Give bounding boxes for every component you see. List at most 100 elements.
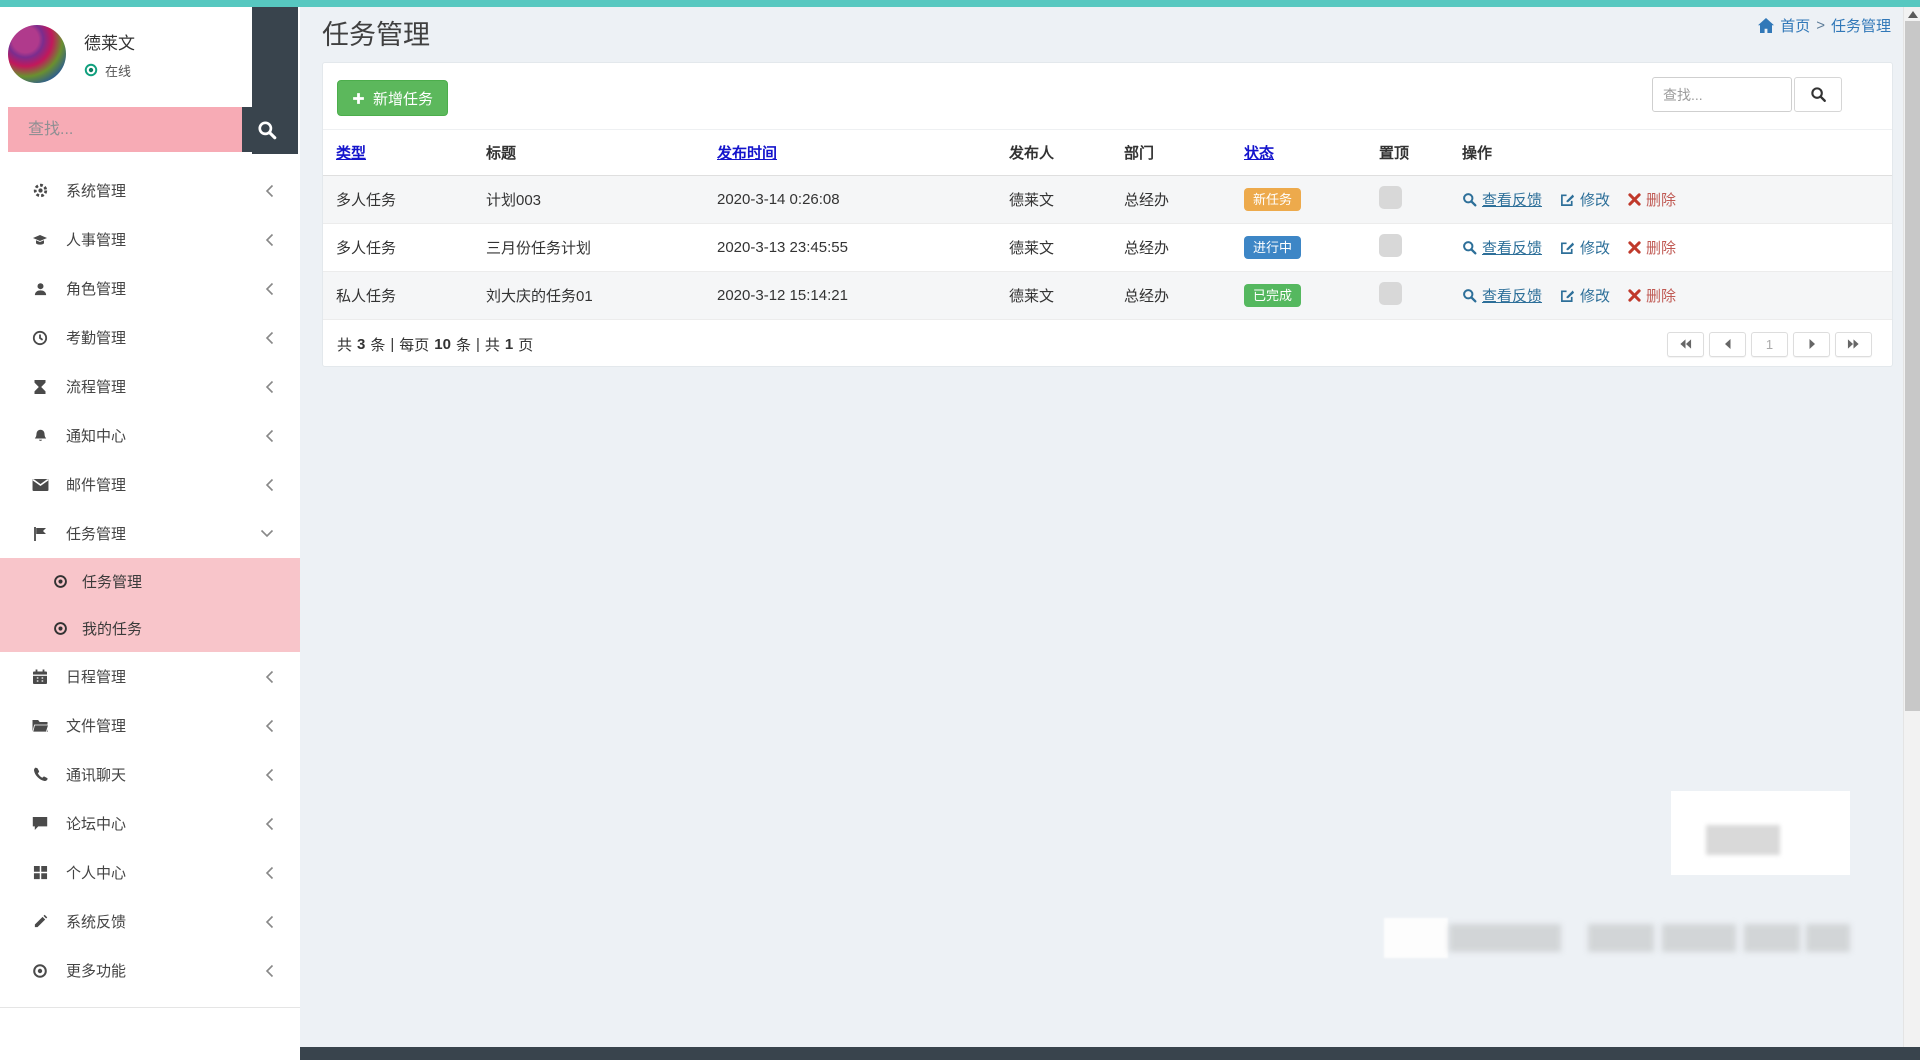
sidebar-search xyxy=(8,107,291,152)
pager-next-button[interactable] xyxy=(1793,331,1830,357)
scrollbar-track[interactable] xyxy=(1903,7,1920,1048)
pin-toggle[interactable] xyxy=(1379,186,1402,209)
phone-icon xyxy=(30,767,50,782)
graduation-cap-icon xyxy=(30,232,50,248)
online-status-icon xyxy=(84,63,98,77)
pin-toggle[interactable] xyxy=(1379,234,1402,257)
sidebar-item-tasks[interactable]: 任务管理 xyxy=(0,509,300,558)
cell-title: 计划003 xyxy=(486,192,542,209)
user-icon xyxy=(30,281,50,297)
breadcrumb-home-link[interactable]: 首页 xyxy=(1780,15,1810,36)
table-row: 多人任务 三月份任务计划 2020-3-13 23:45:55 德莱文 总经办 … xyxy=(323,224,1892,272)
breadcrumb-current-link[interactable]: 任务管理 xyxy=(1831,15,1891,36)
sidebar-item-profile[interactable]: 个人中心 xyxy=(0,848,300,897)
delete-link[interactable]: 删除 xyxy=(1628,189,1676,210)
x-icon xyxy=(1628,289,1641,302)
sidebar-item-label: 日程管理 xyxy=(66,669,127,686)
chevron-right-icon xyxy=(265,915,274,929)
chevron-right-icon xyxy=(265,478,274,492)
chevron-right-icon xyxy=(265,866,274,880)
sidebar-subitem-my-tasks[interactable]: 我的任务 xyxy=(0,605,300,652)
cell-time: 2020-3-12 15:14:21 xyxy=(717,287,848,304)
chevron-right-icon xyxy=(265,670,274,684)
sidebar-item-system[interactable]: 系统管理 xyxy=(0,166,300,215)
sidebar-item-label: 更多功能 xyxy=(66,963,127,980)
cell-publisher: 德莱文 xyxy=(1009,192,1055,209)
sidebar-subitem-task-management[interactable]: 任务管理 xyxy=(0,558,300,605)
view-feedback-link[interactable]: 查看反馈 xyxy=(1462,189,1542,210)
sidebar-divider xyxy=(0,1007,300,1008)
cell-department: 总经办 xyxy=(1124,192,1170,209)
edit-icon xyxy=(1560,288,1575,303)
pagination-bar: 共3条 | 每页 10 条 | 共1页 1 xyxy=(323,320,1892,368)
sidebar-search-input[interactable] xyxy=(8,107,242,152)
sidebar-item-label: 流程管理 xyxy=(66,379,127,396)
sidebar-item-schedule[interactable]: 日程管理 xyxy=(0,652,300,701)
delete-link[interactable]: 删除 xyxy=(1628,237,1676,258)
table-search-button[interactable] xyxy=(1794,77,1842,112)
edit-link[interactable]: 修改 xyxy=(1560,237,1610,258)
sidebar-item-notifications[interactable]: 通知中心 xyxy=(0,411,300,460)
pin-toggle[interactable] xyxy=(1379,282,1402,305)
scrollbar-up-arrow[interactable] xyxy=(1908,11,1918,18)
column-header-publish-time[interactable]: 发布时间 xyxy=(704,142,996,163)
sidebar-item-feedback[interactable]: 系统反馈 xyxy=(0,897,300,946)
sidebar-item-chat[interactable]: 通讯聊天 xyxy=(0,750,300,799)
add-task-button[interactable]: 新增任务 xyxy=(337,80,449,116)
sidebar-item-label: 系统反馈 xyxy=(66,914,127,931)
gear-icon xyxy=(30,182,50,199)
column-header-status[interactable]: 状态 xyxy=(1231,142,1366,163)
pagination-summary: 共3条 | 每页 10 条 | 共1页 xyxy=(337,335,534,354)
sidebar-item-label: 论坛中心 xyxy=(66,816,127,833)
sidebar-item-mail[interactable]: 邮件管理 xyxy=(0,460,300,509)
chevron-right-icon xyxy=(265,184,274,198)
edit-icon xyxy=(1560,240,1575,255)
search-icon xyxy=(257,120,277,140)
chevron-right-icon xyxy=(265,233,274,247)
chevron-right-icon xyxy=(265,768,274,782)
home-icon xyxy=(1758,18,1775,33)
panel-search xyxy=(1652,77,1842,112)
user-block: 德莱文 在线 xyxy=(8,25,135,83)
sidebar-item-label: 任务管理 xyxy=(66,526,127,543)
redacted-block xyxy=(1588,924,1654,952)
redacted-block xyxy=(1744,924,1800,952)
delete-link[interactable]: 删除 xyxy=(1628,285,1676,306)
sidebar-item-files[interactable]: 文件管理 xyxy=(0,701,300,750)
x-icon xyxy=(1628,193,1641,206)
pager-prev-button[interactable] xyxy=(1709,331,1746,357)
sidebar-item-more[interactable]: 更多功能 xyxy=(0,946,300,995)
clock-icon xyxy=(30,330,50,346)
sidebar-item-attendance[interactable]: 考勤管理 xyxy=(0,313,300,362)
column-header-actions: 操作 xyxy=(1462,145,1493,162)
avatar[interactable] xyxy=(8,25,66,83)
view-feedback-link[interactable]: 查看反馈 xyxy=(1462,285,1542,306)
user-name: 德莱文 xyxy=(84,33,135,53)
breadcrumb-separator: > xyxy=(1816,17,1825,34)
edit-icon xyxy=(1560,192,1575,207)
pager-last-button[interactable] xyxy=(1835,331,1872,357)
column-header-title: 标题 xyxy=(486,145,517,162)
folder-icon xyxy=(30,719,50,733)
view-feedback-link[interactable]: 查看反馈 xyxy=(1462,237,1542,258)
sidebar-item-forum[interactable]: 论坛中心 xyxy=(0,799,300,848)
sidebar-item-workflow[interactable]: 流程管理 xyxy=(0,362,300,411)
edit-link[interactable]: 修改 xyxy=(1560,285,1610,306)
comment-icon xyxy=(30,816,50,831)
sidebar-search-button[interactable] xyxy=(242,107,291,152)
pager-page-button[interactable]: 1 xyxy=(1751,331,1788,357)
column-header-pin: 置顶 xyxy=(1379,145,1410,162)
column-header-type[interactable]: 类型 xyxy=(323,142,473,163)
scrollbar-thumb[interactable] xyxy=(1905,21,1920,711)
table-search-input[interactable] xyxy=(1652,77,1792,112)
sidebar-item-label: 角色管理 xyxy=(66,281,127,298)
sidebar-item-roles[interactable]: 角色管理 xyxy=(0,264,300,313)
chevron-right-icon xyxy=(265,429,274,443)
bottom-bar xyxy=(300,1047,1920,1060)
sidebar-item-label: 通知中心 xyxy=(66,428,127,445)
chevron-right-icon xyxy=(265,380,274,394)
sidebar-item-hr[interactable]: 人事管理 xyxy=(0,215,300,264)
edit-link[interactable]: 修改 xyxy=(1560,189,1610,210)
pager-first-button[interactable] xyxy=(1667,331,1704,357)
task-panel: 新增任务 类型 标题 发布时间 发布人 部门 状态 置顶 操作 xyxy=(322,62,1893,367)
